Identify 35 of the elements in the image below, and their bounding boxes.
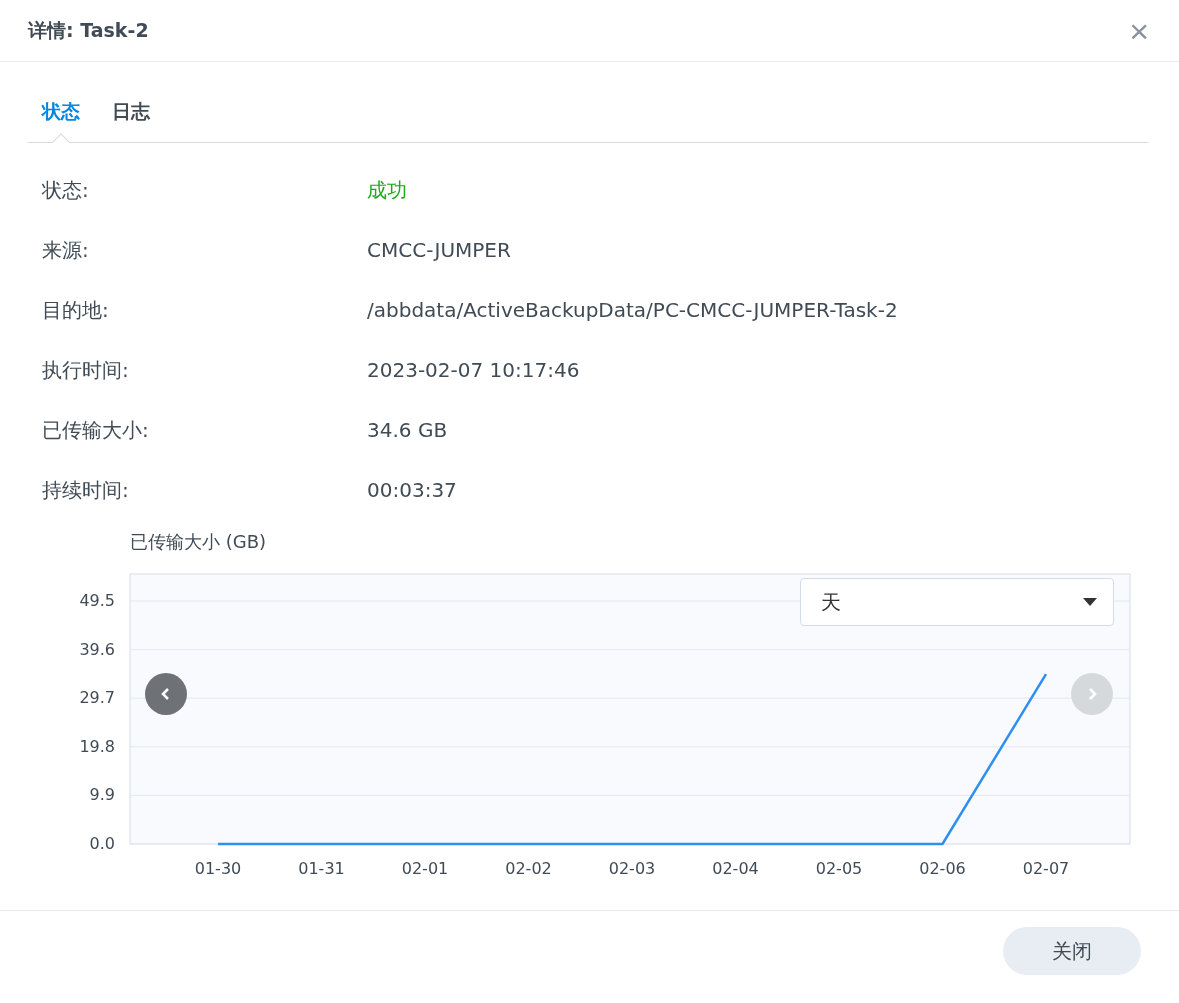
field-label: 执行时间: xyxy=(42,356,130,384)
field-label: 来源: xyxy=(42,236,90,264)
x-tick-label: 02-05 xyxy=(815,859,863,878)
x-tick-label: 02-01 xyxy=(401,859,449,878)
field-value: 34.6 GB xyxy=(367,418,448,442)
chevron-left-icon xyxy=(160,687,172,701)
field-label: 持续时间: xyxy=(42,476,130,504)
x-tick-label: 02-04 xyxy=(712,859,759,878)
field-value: 00:03:37 xyxy=(367,478,457,502)
dialog-title: 详情: Task-2 xyxy=(28,17,149,43)
y-tick-label: 39.6 xyxy=(79,639,115,659)
y-tick-label: 49.5 xyxy=(79,591,115,610)
field-label: 目的地: xyxy=(42,296,110,324)
field-value: 2023-02-07 10:17:46 xyxy=(367,358,580,382)
x-tick-label: 01-31 xyxy=(298,859,345,878)
period-dropdown[interactable]: 天 xyxy=(800,578,1114,626)
x-tick-label: 02-07 xyxy=(1022,859,1070,878)
close-button[interactable]: 关闭 xyxy=(1003,927,1141,975)
y-tick-label: 29.7 xyxy=(79,688,115,708)
chevron-right-icon xyxy=(1086,687,1098,701)
tab[interactable]: 日志 xyxy=(98,82,164,142)
x-tick-label: 02-02 xyxy=(505,859,552,878)
axis-title: 已传输大小 (GB) xyxy=(130,530,268,554)
y-tick-label: 0.0 xyxy=(89,834,115,853)
field-value: 成功 xyxy=(367,176,407,204)
field-label: 已传输大小: xyxy=(42,416,150,444)
y-tick-label: 9.9 xyxy=(89,785,115,805)
y-tick-label: 19.8 xyxy=(79,736,115,756)
x-tick-label: 01-30 xyxy=(194,859,242,878)
field-value: CMCC-JUMPER xyxy=(367,238,511,262)
caret-icon xyxy=(1083,598,1097,606)
x-tick-label: 02-06 xyxy=(919,859,966,878)
field-value: /abbdata/ActiveBackupData/PC-CMCC-JUMPER-Task-2 xyxy=(367,298,898,322)
x-tick-label: 02-03 xyxy=(608,859,656,878)
field-label: 状态: xyxy=(42,176,90,204)
